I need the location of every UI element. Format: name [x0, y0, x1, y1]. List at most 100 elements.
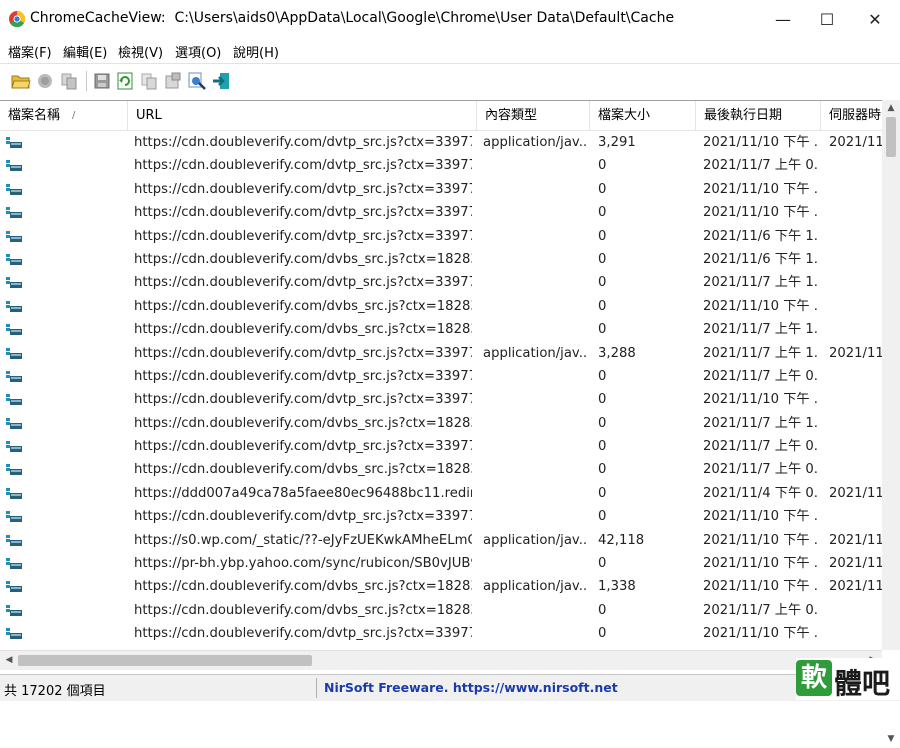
cache-file-icon	[5, 599, 25, 622]
cell-url: https://cdn.doubleverify.com/dvbs_src.js…	[134, 415, 472, 431]
menu-options[interactable]: 選項(O)	[175, 42, 221, 61]
horizontal-scrollbar[interactable]: ◀ ▶	[0, 650, 882, 670]
table-row[interactable]: https://cdn.doubleverify.com/dvtp_src.js…	[0, 131, 882, 154]
menu-edit[interactable]: 編輯(E)	[63, 42, 107, 61]
table-row[interactable]: https://ddd007a49ca78a5faee80ec96488bc11…	[0, 482, 882, 505]
copy-files-icon[interactable]	[58, 70, 80, 92]
cell-file-size: 3,291	[598, 135, 636, 150]
table-row[interactable]: https://cdn.doubleverify.com/dvbs_src.js…	[0, 458, 882, 481]
cell-file-size: 0	[598, 415, 607, 431]
cache-file-icon	[5, 295, 25, 318]
cell-server-time: 2021/11/	[829, 532, 882, 548]
toolbar	[0, 63, 900, 98]
vertical-scrollbar[interactable]: ▲ ▼	[882, 100, 900, 744]
cell-server-time: 2021/11/	[829, 579, 882, 595]
cell-file-size: 0	[598, 556, 607, 572]
cell-file-size: 0	[598, 485, 607, 501]
cell-server-time	[829, 599, 882, 622]
watermark-badge: 軟	[796, 660, 832, 696]
cell-file-size: 0	[598, 602, 607, 618]
cell-url: https://cdn.doubleverify.com/dvtp_src.js…	[134, 439, 472, 455]
open-folder-icon[interactable]	[10, 70, 32, 92]
cell-content-type	[483, 388, 587, 411]
cell-server-time	[829, 435, 882, 458]
cell-url: https://s0.wp.com/_static/??-eJyFzUEKwkA…	[134, 532, 472, 548]
cell-file-size: 42,118	[598, 532, 645, 548]
cell-content-type	[483, 365, 587, 388]
cell-url: https://cdn.doubleverify.com/dvtp_src.js…	[134, 509, 472, 525]
cell-last-accessed: 2021/11/7 上午 0...	[703, 439, 818, 455]
table-row[interactable]: https://cdn.doubleverify.com/dvtp_src.js…	[0, 388, 882, 411]
item-count: 共 17202 個項目	[4, 684, 106, 699]
open-link-icon[interactable]	[186, 70, 208, 92]
table-row[interactable]: https://pr-bh.ybp.yahoo.com/sync/rubicon…	[0, 552, 882, 575]
cell-url: https://cdn.doubleverify.com/dvbs_src.js…	[134, 298, 472, 314]
cell-file-size: 0	[598, 275, 607, 291]
copy-icon[interactable]	[138, 70, 160, 92]
column-header-last-accessed[interactable]: 最後執行日期	[696, 101, 821, 130]
close-button[interactable]: ✕	[852, 0, 898, 38]
cache-file-icon	[5, 318, 25, 341]
cell-content-type	[483, 505, 587, 528]
cell-content-type: application/jav...	[483, 579, 587, 595]
exit-icon[interactable]	[210, 70, 232, 92]
properties-icon[interactable]	[162, 70, 184, 92]
table-row[interactable]: https://cdn.doubleverify.com/dvtp_src.js…	[0, 225, 882, 248]
column-header-filename[interactable]: 檔案名稱 /	[0, 101, 128, 130]
table-row[interactable]: https://s0.wp.com/_static/??-eJyFzUEKwkA…	[0, 529, 882, 552]
cell-server-time: 2021/11/	[829, 556, 882, 572]
table-row[interactable]: https://cdn.doubleverify.com/dvbs_src.js…	[0, 412, 882, 435]
menu-file[interactable]: 檔案(F)	[8, 42, 52, 61]
cache-list-view[interactable]: 檔案名稱 / URL 內容類型 檔案大小 最後執行日期 伺服器時 https:/…	[0, 100, 882, 651]
table-row[interactable]: https://cdn.doubleverify.com/dvtp_src.js…	[0, 154, 882, 177]
column-header-content-type[interactable]: 內容類型	[477, 101, 590, 130]
cache-file-icon	[5, 435, 25, 458]
cache-file-icon	[5, 505, 25, 528]
cell-file-size: 0	[598, 298, 607, 314]
table-row[interactable]: https://cdn.doubleverify.com/dvtp_src.js…	[0, 505, 882, 528]
scroll-up-arrow-icon[interactable]: ▲	[882, 100, 900, 117]
cell-server-time	[829, 178, 882, 201]
cell-url: https://cdn.doubleverify.com/dvtp_src.js…	[134, 181, 472, 197]
menu-help[interactable]: 說明(H)	[233, 42, 279, 61]
table-row[interactable]: https://cdn.doubleverify.com/dvbs_src.js…	[0, 575, 882, 598]
table-row[interactable]: https://cdn.doubleverify.com/dvtp_src.js…	[0, 271, 882, 294]
cell-file-size: 3,288	[598, 345, 636, 361]
horizontal-scroll-thumb[interactable]	[18, 655, 312, 666]
stop-icon[interactable]	[34, 70, 56, 92]
table-row[interactable]: https://cdn.doubleverify.com/dvbs_src.js…	[0, 599, 882, 622]
cell-file-size: 0	[598, 251, 607, 267]
table-row[interactable]: https://cdn.doubleverify.com/dvtp_src.js…	[0, 435, 882, 458]
table-row[interactable]: https://cdn.doubleverify.com/dvtp_src.js…	[0, 201, 882, 224]
menu-view[interactable]: 檢視(V)	[118, 42, 163, 61]
table-row[interactable]: https://cdn.doubleverify.com/dvbs_src.js…	[0, 295, 882, 318]
maximize-button[interactable]: ☐	[804, 0, 850, 38]
cache-file-icon	[5, 529, 25, 552]
table-row[interactable]: https://cdn.doubleverify.com/dvtp_src.js…	[0, 342, 882, 365]
refresh-icon[interactable]	[114, 70, 136, 92]
nirsoft-link[interactable]: NirSoft Freeware. https://www.nirsoft.ne…	[324, 680, 618, 695]
column-header-file-size[interactable]: 檔案大小	[590, 101, 696, 130]
scroll-left-arrow-icon[interactable]: ◀	[2, 651, 16, 670]
cell-url: https://ddd007a49ca78a5faee80ec96488bc11…	[134, 485, 472, 501]
table-row[interactable]: https://cdn.doubleverify.com/dvtp_src.js…	[0, 365, 882, 388]
column-header-url[interactable]: URL	[128, 101, 477, 130]
minimize-button[interactable]: —	[760, 0, 806, 38]
cell-last-accessed: 2021/11/7 上午 1...	[703, 345, 818, 361]
save-icon[interactable]	[91, 70, 113, 92]
cell-server-time: 2021/11/	[829, 485, 882, 501]
table-row[interactable]: https://cdn.doubleverify.com/dvtp_src.js…	[0, 622, 882, 645]
scroll-down-arrow-icon[interactable]: ▼	[882, 731, 900, 748]
cell-file-size: 0	[598, 626, 607, 642]
cell-server-time: 2021/11/	[829, 135, 882, 150]
table-row[interactable]: https://cdn.doubleverify.com/dvbs_src.js…	[0, 248, 882, 271]
table-row[interactable]: https://cdn.doubleverify.com/dvtp_src.js…	[0, 178, 882, 201]
vertical-scroll-thumb[interactable]	[886, 117, 896, 157]
cell-last-accessed: 2021/11/6 下午 1...	[703, 228, 818, 244]
table-row[interactable]: https://cdn.doubleverify.com/dvbs_src.js…	[0, 318, 882, 341]
cell-server-time	[829, 201, 882, 224]
cell-content-type: application/jav...	[483, 532, 587, 548]
column-header-server-time[interactable]: 伺服器時	[821, 101, 882, 130]
cache-file-icon	[5, 412, 25, 435]
cell-server-time	[829, 458, 882, 481]
